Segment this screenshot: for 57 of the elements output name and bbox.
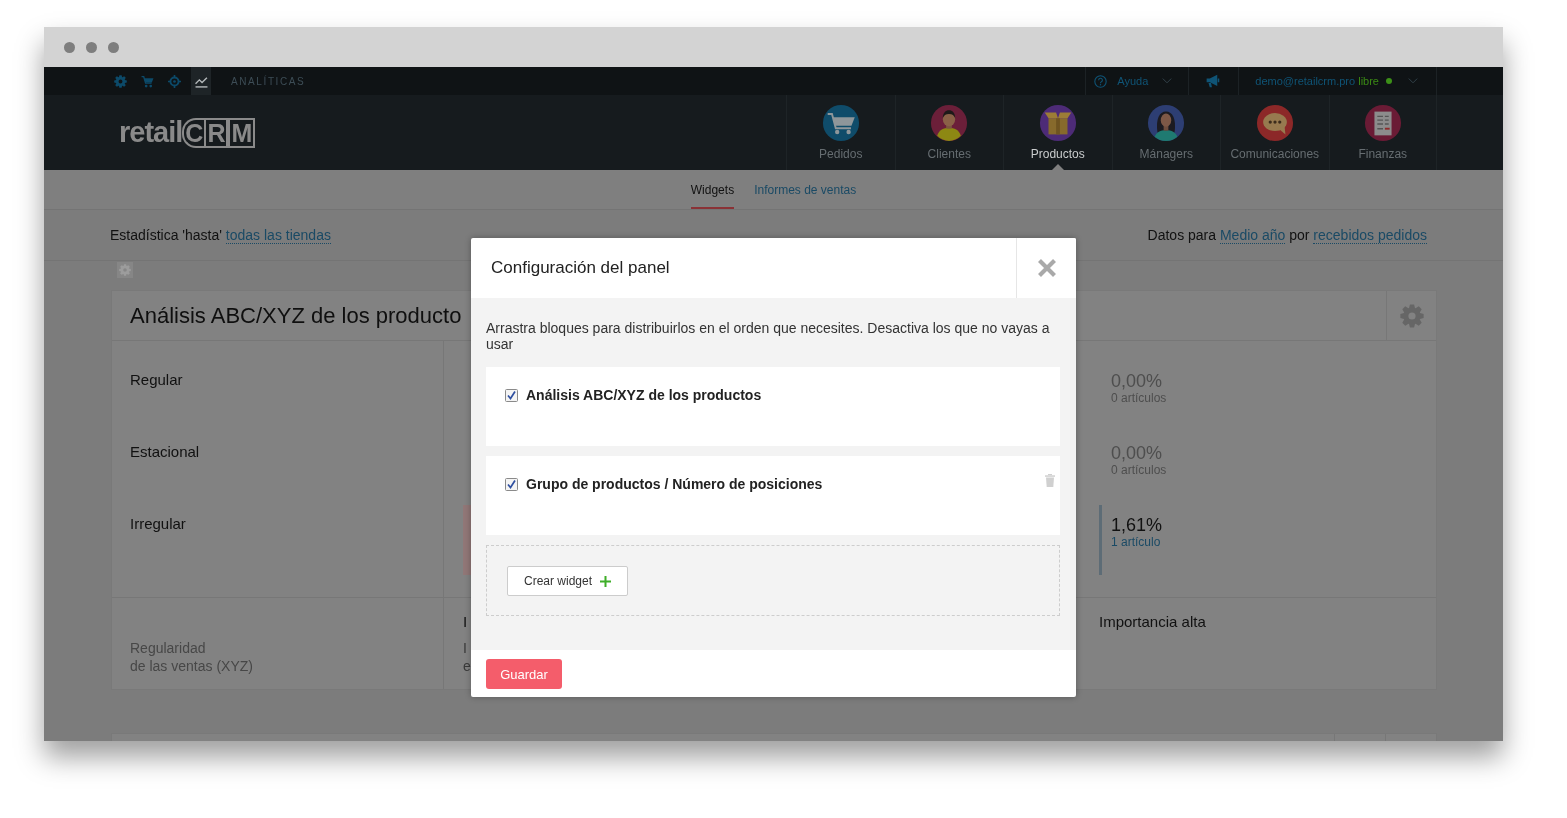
nav-tab[interactable]: Productos [1003, 95, 1112, 170]
section-button[interactable] [191, 67, 211, 95]
nav-tab[interactable]: Pedidos [786, 95, 895, 170]
trash-icon [1045, 474, 1055, 487]
tab[interactable]: Informes de ventas [754, 170, 857, 209]
metric-link[interactable]: recebidos pedidos [1313, 227, 1427, 244]
filter-text: Datos para Medio año por recebidos pedidos [1147, 227, 1427, 243]
selection-bar [1099, 505, 1102, 575]
gear-icon [1399, 303, 1424, 328]
axis-label: Regularidad de las ventas (XYZ) [130, 639, 253, 675]
help-icon [1094, 74, 1108, 88]
item-count[interactable]: 1 artículo [1111, 535, 1161, 549]
row-label: Regular [130, 371, 183, 388]
person-icon [1147, 104, 1186, 142]
gear-icon [113, 74, 127, 88]
dashboard-settings-button[interactable] [117, 262, 133, 278]
window-control-icon[interactable] [108, 41, 119, 53]
window-control-icon[interactable] [64, 41, 75, 53]
period-link[interactable]: Medio año [1219, 227, 1286, 244]
column-heading: Importancia alta [1099, 613, 1206, 631]
delete-button[interactable] [1045, 474, 1055, 487]
line-chart-icon [194, 74, 208, 88]
document-icon [1363, 104, 1402, 142]
nav-tab[interactable]: Finanzas [1328, 95, 1437, 170]
widget-name: Análisis ABC/XYZ de los productos [526, 387, 762, 403]
close-icon [1036, 258, 1057, 278]
column-heading: I [463, 613, 468, 631]
widget-title: Análisis ABC/XYZ de los producto [130, 302, 462, 329]
close-button[interactable] [1016, 238, 1076, 298]
speech-bubble-icon [1255, 104, 1294, 142]
nav-tab[interactable]: Clientes [894, 95, 1003, 170]
chevron-down-icon [1408, 78, 1418, 84]
window-control-icon[interactable] [86, 41, 97, 53]
chevron-down-icon [1162, 78, 1173, 84]
nav-tab[interactable]: Mánagers [1111, 95, 1220, 170]
crosshair-icon [167, 74, 181, 88]
person-icon [930, 104, 969, 142]
checkbox[interactable] [505, 477, 518, 491]
dialog-description: Arrastra bloques para distribuirlos en el orden que necesites. Desactiva los que no vayas a usar [486, 320, 1051, 352]
plus-icon [600, 575, 611, 587]
create-widget-button[interactable]: Crear widget [507, 566, 628, 596]
save-button[interactable]: Guardar [486, 659, 562, 689]
section-label: ANALÍTICAS [231, 75, 306, 87]
share-value: 1,61% [1111, 515, 1163, 535]
filter-text: Estadística 'hasta' todas las tiendas [110, 227, 331, 243]
widget-name: Grupo de productos / Número de posiciones [526, 476, 823, 492]
heat-cell [463, 505, 471, 575]
box-icon [1038, 104, 1077, 142]
row-label: Irregular [130, 515, 186, 532]
row-label: Estacional [130, 443, 200, 460]
dialog-title: Configuración del panel [491, 258, 670, 278]
nav-tab[interactable]: Comunicaciones [1220, 95, 1329, 170]
checkbox[interactable] [505, 388, 518, 402]
store-filter-link[interactable]: todas las tiendas [225, 227, 331, 244]
cart-icon [140, 74, 154, 88]
cart-icon [821, 104, 860, 142]
megaphone-icon [1206, 74, 1222, 88]
